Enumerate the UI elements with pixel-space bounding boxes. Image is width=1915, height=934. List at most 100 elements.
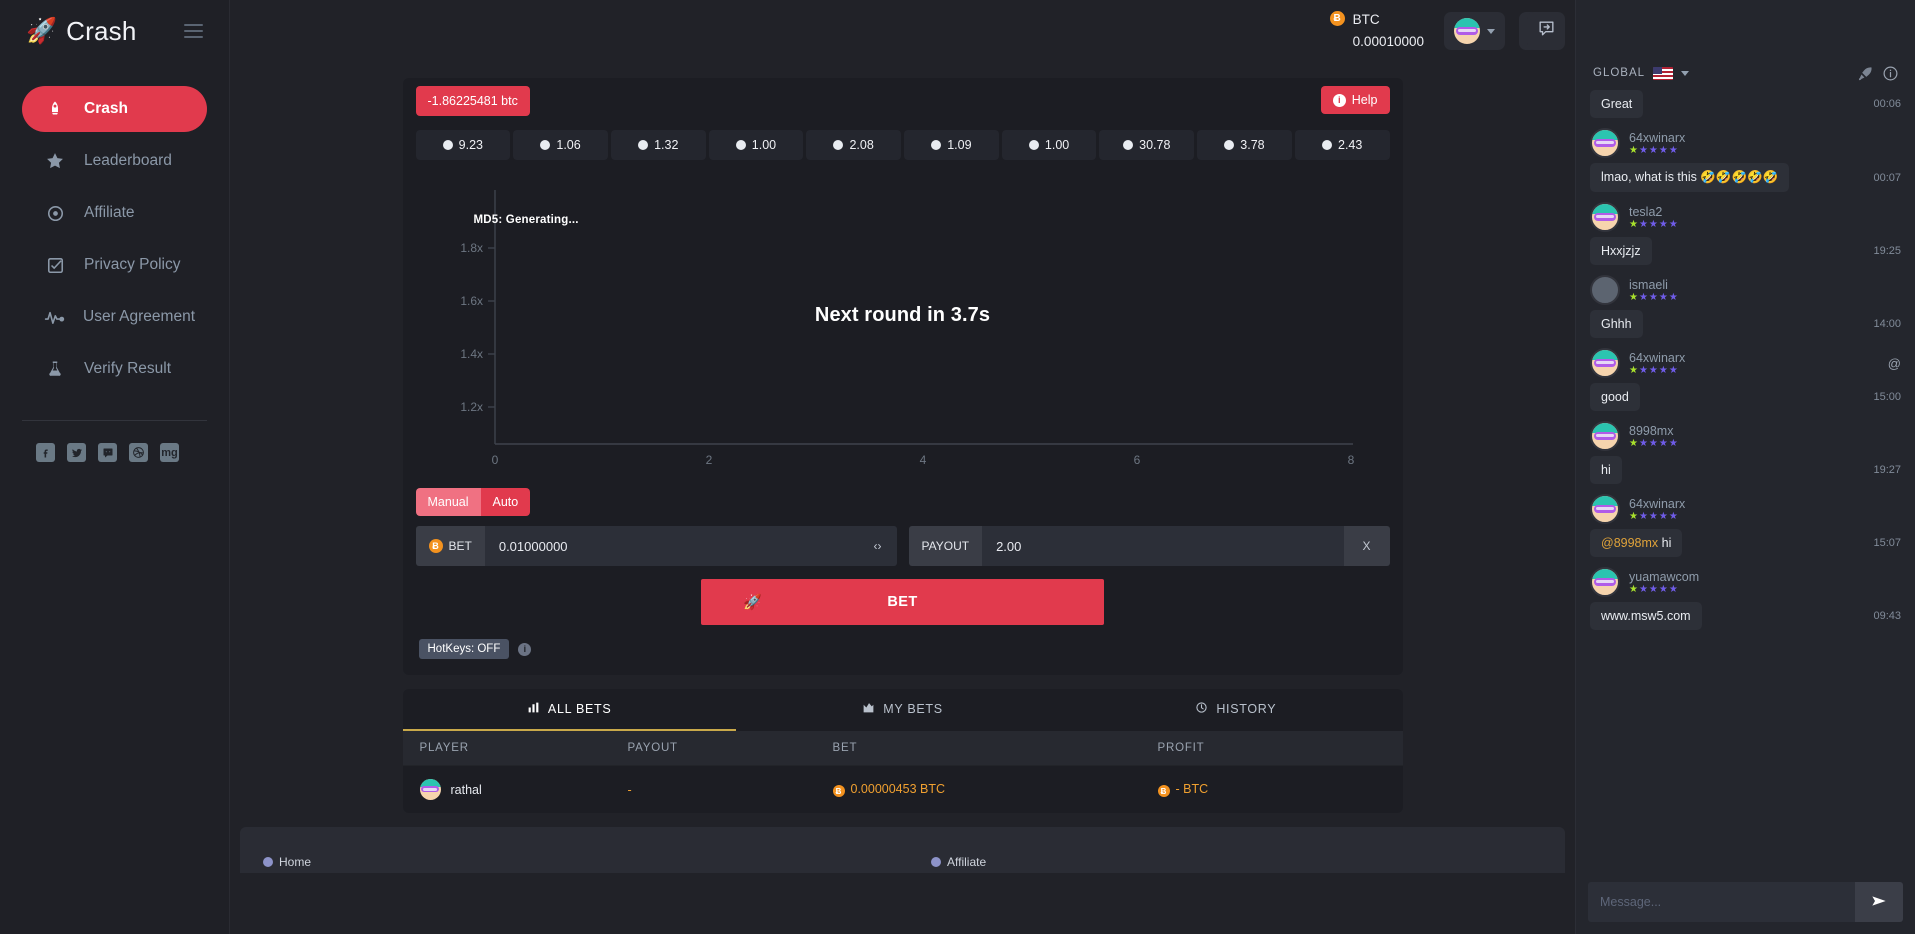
crash-game-panel: -1.86225481 btc i Help 9.23 1.06 1.32 1.… [403,78,1403,675]
message-user[interactable]: 8998mx ★★★★★ [1590,421,1901,451]
hamburger-menu-button[interactable] [180,20,207,42]
bet-adjust-button[interactable]: ‹› [859,526,897,566]
rank-stars: ★★★★★ [1629,439,1679,449]
x-tick-label: 4 [919,453,926,467]
sidebar-item-affiliate[interactable]: Affiliate [22,190,207,236]
history-value: 1.09 [947,138,971,152]
tab-all-bets[interactable]: ALL BETS [403,689,736,731]
x-tick-label: 6 [1133,453,1140,467]
info-icon[interactable] [1882,65,1899,82]
username: ismaeli [1629,278,1679,292]
history-item[interactable]: 30.78 [1099,130,1194,160]
table-row[interactable]: rathal - Ƀ0.00000453 BTC Ƀ- BTC [403,765,1403,813]
history-item[interactable]: 1.00 [1002,130,1097,160]
coin-icon [1123,140,1133,150]
x-tick-label: 0 [491,453,498,467]
sidebar-item-user-agreement[interactable]: User Agreement [22,294,207,340]
place-bet-button[interactable]: 🚀 BET [701,579,1104,625]
tab-auto[interactable]: Auto [481,488,531,516]
chat-message-input[interactable] [1588,882,1855,922]
message-user[interactable]: tesla2 ★★★★★ [1590,202,1901,232]
star-icon [44,151,66,171]
history-item[interactable]: 1.06 [513,130,608,160]
history-item[interactable]: 9.23 [416,130,511,160]
username: 64xwinarx [1629,351,1685,365]
chat-panel: GLOBAL Great 00:06 [1575,0,1915,934]
bet-mode-tabs: Manual Auto [416,488,531,516]
dot-icon [263,857,273,867]
history-item[interactable]: 1.00 [709,130,804,160]
chevron-down-icon[interactable] [1681,71,1689,76]
help-button[interactable]: i Help [1321,86,1390,114]
brand-name: Crash [66,16,136,47]
chat-message: 64xwinarx ★★★★★ @ good 15:00 [1590,348,1901,411]
message-user[interactable]: 64xwinarx ★★★★★ [1590,494,1901,524]
app-root: 🚀 Crash Crash Leaderboard [0,0,1915,934]
rank-stars: ★★★★★ [1629,512,1685,522]
y-tick-label: 1.4x [460,347,483,361]
send-message-button[interactable] [1855,882,1903,922]
send-icon [1871,893,1887,912]
payout-clear-button[interactable]: X [1344,526,1390,566]
chat-input-area [1576,872,1915,934]
sidebar-item-label: User Agreement [83,308,195,326]
chat-messages[interactable]: Great 00:06 64xwinarx ★★★★★ lmao, what i… [1576,90,1915,872]
history-value: 1.00 [752,138,776,152]
history-item[interactable]: 1.09 [904,130,999,160]
tab-manual[interactable]: Manual [416,488,481,516]
twitter-icon[interactable] [67,443,86,462]
coin-icon [833,140,843,150]
rocket-icon[interactable] [1857,65,1874,82]
message-user[interactable]: yuamawcom ★★★★★ [1590,567,1901,597]
message-text: Ghhh [1590,310,1643,338]
hotkeys-toggle[interactable]: HotKeys: OFF [419,639,510,659]
cell-player: rathal [403,779,628,800]
payout-field-label: PAYOUT [909,526,983,566]
footer-link-home[interactable]: Home [263,855,311,869]
facebook-icon[interactable] [36,443,55,462]
sidebar-item-crash[interactable]: Crash [22,86,207,132]
bet-amount-text: 0.00000453 BTC [851,782,946,796]
payout-input[interactable] [982,526,1343,566]
mg-icon[interactable]: mg [160,443,179,462]
tab-my-bets[interactable]: MY BETS [736,689,1069,731]
sidebar-item-verify-result[interactable]: Verify Result [22,346,207,392]
cell-bet: Ƀ 0.00000453 BTC [833,782,1158,798]
rank-stars: ★★★★★ [1629,146,1685,156]
coin-icon [540,140,550,150]
history-item[interactable]: 2.08 [806,130,901,160]
coin-icon [1224,140,1234,150]
bet-amount-input[interactable] [485,526,859,566]
history-item[interactable]: 1.32 [611,130,706,160]
rank-stars: ★★★★★ [1629,366,1685,376]
player-name: rathal [451,783,482,797]
sidebar-item-privacy-policy[interactable]: Privacy Policy [22,242,207,288]
sidebar-item-label: Crash [84,100,128,118]
us-flag-icon[interactable] [1653,67,1673,80]
history-item[interactable]: 3.78 [1197,130,1292,160]
message-user[interactable]: 64xwinarx ★★★★★ [1590,128,1901,158]
mention-indicator: @ [1888,356,1901,371]
info-icon: i [1333,94,1346,107]
avatar [1590,348,1620,378]
discord-icon[interactable] [98,443,117,462]
chat-channel-label: GLOBAL [1593,67,1645,79]
footer-bar: Home Affiliate [240,827,1565,873]
message-user[interactable]: 64xwinarx ★★★★★ @ [1590,348,1901,378]
sidebar-item-leaderboard[interactable]: Leaderboard [22,138,207,184]
footer-link-affiliate[interactable]: Affiliate [931,855,986,869]
chat-collapse-button[interactable] [1527,12,1565,50]
brand-logo[interactable]: 🚀 Crash [26,16,137,47]
account-menu-button[interactable] [1444,12,1505,50]
tab-history[interactable]: HISTORY [1069,689,1402,731]
payout-field: PAYOUT X [909,526,1390,566]
bitcoin-icon: Ƀ [833,785,845,797]
message-time: 14:00 [1865,318,1901,330]
dribbble-icon[interactable] [129,443,148,462]
message-user[interactable]: ismaeli ★★★★★ [1590,275,1901,305]
column-header-player: PLAYER [403,742,628,754]
cell-profit: Ƀ- BTC [1158,782,1403,798]
hotkeys-info-icon[interactable]: i [518,643,531,656]
bets-panel: ALL BETS MY BETS HISTORY PLAYER PA [403,689,1403,813]
history-item[interactable]: 2.43 [1295,130,1390,160]
